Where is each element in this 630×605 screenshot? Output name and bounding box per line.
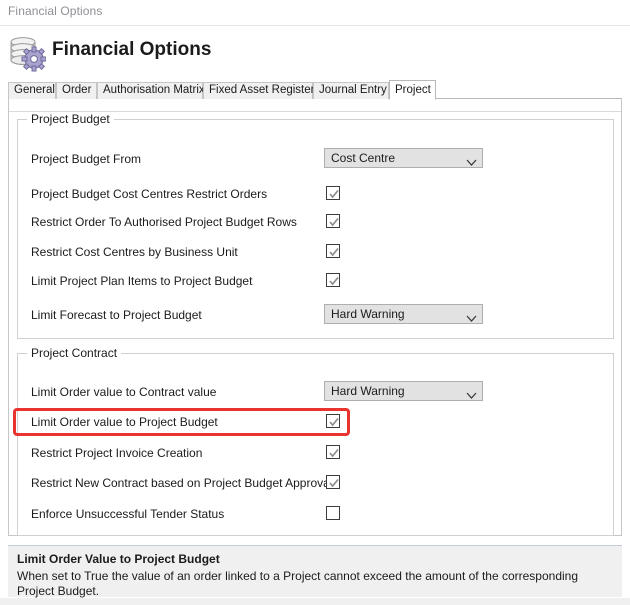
checkbox-restrict-order-to-authorised-project-budget-rows[interactable] — [326, 214, 340, 228]
chevron-down-icon — [466, 310, 477, 322]
select-project-budget-from[interactable]: Cost Centre — [324, 148, 483, 168]
checkbox-limit-project-plan-items-to-project-budget[interactable] — [326, 273, 340, 287]
chevron-down-icon — [466, 387, 477, 399]
checkbox-restrict-project-invoice-creation[interactable] — [326, 445, 340, 459]
check-icon — [328, 274, 340, 286]
check-icon — [328, 187, 340, 199]
page-title: Financial Options — [52, 39, 212, 60]
select-project-budget-from-value: Cost Centre — [331, 151, 396, 165]
group-project-contract-legend: Project Contract — [27, 346, 122, 360]
label-limit-order-value-to-project-budget: Limit Order value to Project Budget — [31, 415, 218, 429]
tab-page-top-strip — [9, 100, 621, 112]
label-limit-order-value-to-contract-value: Limit Order value to Contract value — [31, 385, 217, 399]
tab-journal-entry[interactable]: Journal Entry — [313, 82, 389, 99]
select-limit-order-value-to-contract-value[interactable]: Hard Warning — [324, 381, 483, 401]
label-limit-project-plan-items-to-project-budget: Limit Project Plan Items to Project Budg… — [31, 274, 253, 288]
tab-order[interactable]: Order — [56, 82, 97, 99]
label-project-budget-cost-centres-restrict-orders: Project Budget Cost Centres Restrict Ord… — [31, 187, 268, 201]
label-enforce-unsuccessful-tender-status: Enforce Unsuccessful Tender Status — [31, 507, 225, 521]
help-panel: Limit Order Value to Project Budget When… — [8, 545, 622, 598]
database-gear-icon — [8, 34, 47, 72]
checkbox-enforce-unsuccessful-tender-status[interactable] — [326, 506, 340, 520]
tab-project[interactable]: Project — [389, 80, 436, 100]
select-limit-forecast-to-project-budget[interactable]: Hard Warning — [324, 304, 483, 324]
checkbox-restrict-cost-centres-by-business-unit[interactable] — [326, 244, 340, 258]
label-restrict-project-invoice-creation: Restrict Project Invoice Creation — [31, 446, 203, 460]
group-project-budget-legend: Project Budget — [27, 112, 114, 126]
select-limit-order-value-to-contract-value-value: Hard Warning — [331, 384, 405, 398]
checkbox-restrict-new-contract-based-on-project-budget-approval[interactable] — [326, 475, 340, 489]
check-icon — [328, 476, 340, 488]
checkbox-limit-order-value-to-project-budget[interactable] — [326, 414, 340, 428]
tab-authorisation-matrix[interactable]: Authorisation Matrix — [97, 82, 205, 99]
window-caption-bar: Financial Options — [0, 0, 630, 26]
label-limit-forecast-to-project-budget: Limit Forecast to Project Budget — [31, 308, 202, 322]
tab-fixed-asset-register[interactable]: Fixed Asset Register — [203, 82, 314, 99]
checkbox-project-budget-cost-centres-restrict-orders[interactable] — [326, 186, 340, 200]
check-icon — [328, 415, 340, 427]
help-panel-description: When set to True the value of an order l… — [17, 569, 579, 598]
label-restrict-order-to-authorised-project-budget-rows: Restrict Order To Authorised Project Bud… — [31, 215, 297, 229]
window-bottom-edge — [0, 598, 630, 605]
label-restrict-new-contract-based-on-project-budget-approval: Restrict New Contract based on Project B… — [31, 476, 333, 490]
check-icon — [328, 245, 340, 257]
check-icon — [328, 215, 340, 227]
financial-options-window: Financial Options Financial Options Gene… — [0, 0, 630, 605]
tab-strip: General Order Authorisation Matrix Fixed… — [8, 80, 622, 100]
select-limit-forecast-to-project-budget-value: Hard Warning — [331, 307, 405, 321]
page-header: Financial Options — [0, 26, 630, 78]
tab-general[interactable]: General — [8, 82, 56, 99]
chevron-down-icon — [466, 154, 477, 166]
help-panel-title: Limit Order Value to Project Budget — [17, 552, 220, 566]
window-caption-title: Financial Options — [8, 4, 103, 18]
check-icon — [328, 446, 340, 458]
label-project-budget-from: Project Budget From — [31, 152, 142, 166]
label-restrict-cost-centres-by-business-unit: Restrict Cost Centres by Business Unit — [31, 245, 238, 259]
